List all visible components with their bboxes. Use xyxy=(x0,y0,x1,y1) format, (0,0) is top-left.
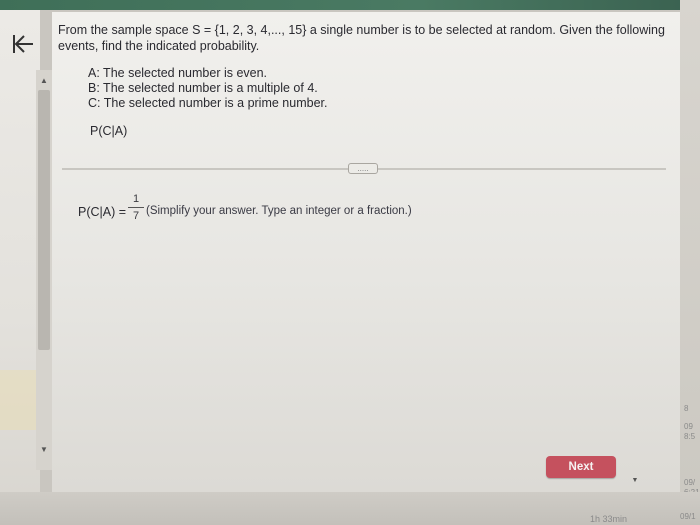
scroll-down-arrow-icon[interactable]: ▼ xyxy=(39,445,49,455)
timer-text: 1h 33min xyxy=(590,514,628,524)
fraction-denominator[interactable]: 7 xyxy=(128,209,144,223)
expand-button[interactable]: ..... xyxy=(348,163,378,174)
scroll-up-arrow-icon[interactable]: ▲ xyxy=(39,76,49,86)
event-c: C: The selected number is a prime number… xyxy=(88,96,328,110)
left-highlight xyxy=(0,370,40,430)
fraction-answer-input[interactable]: 1 7 xyxy=(128,192,144,223)
edge-label: 8:5 xyxy=(684,432,696,441)
left-rail xyxy=(0,10,40,525)
event-list: A: The selected number is even. B: The s… xyxy=(88,66,327,111)
event-a: A: The selected number is even. xyxy=(88,66,268,80)
answer-label: P(C|A) = xyxy=(78,205,127,219)
chevron-down-icon[interactable]: ▼ xyxy=(628,475,642,487)
edge-label: 09/ xyxy=(684,478,696,487)
fraction-bar xyxy=(128,207,144,208)
top-bar xyxy=(0,0,700,10)
edge-label: 09 xyxy=(684,422,693,431)
edge-label: 8 xyxy=(684,404,689,413)
fraction-numerator[interactable]: 1 xyxy=(128,192,144,206)
right-edge-panel xyxy=(680,0,700,525)
answer-instruction: (Simplify your answer. Type an integer o… xyxy=(146,205,412,217)
event-b: B: The selected number is a multiple of … xyxy=(88,81,318,95)
next-button[interactable]: Next xyxy=(546,456,616,478)
question-text: From the sample space S = {1, 2, 3, 4,..… xyxy=(58,23,665,53)
target-probability: P(C|A) xyxy=(90,124,128,138)
scrollbar-thumb[interactable] xyxy=(38,90,50,350)
edge-label: 09/1 xyxy=(680,512,696,521)
back-to-start-arrow-icon[interactable] xyxy=(8,30,36,58)
